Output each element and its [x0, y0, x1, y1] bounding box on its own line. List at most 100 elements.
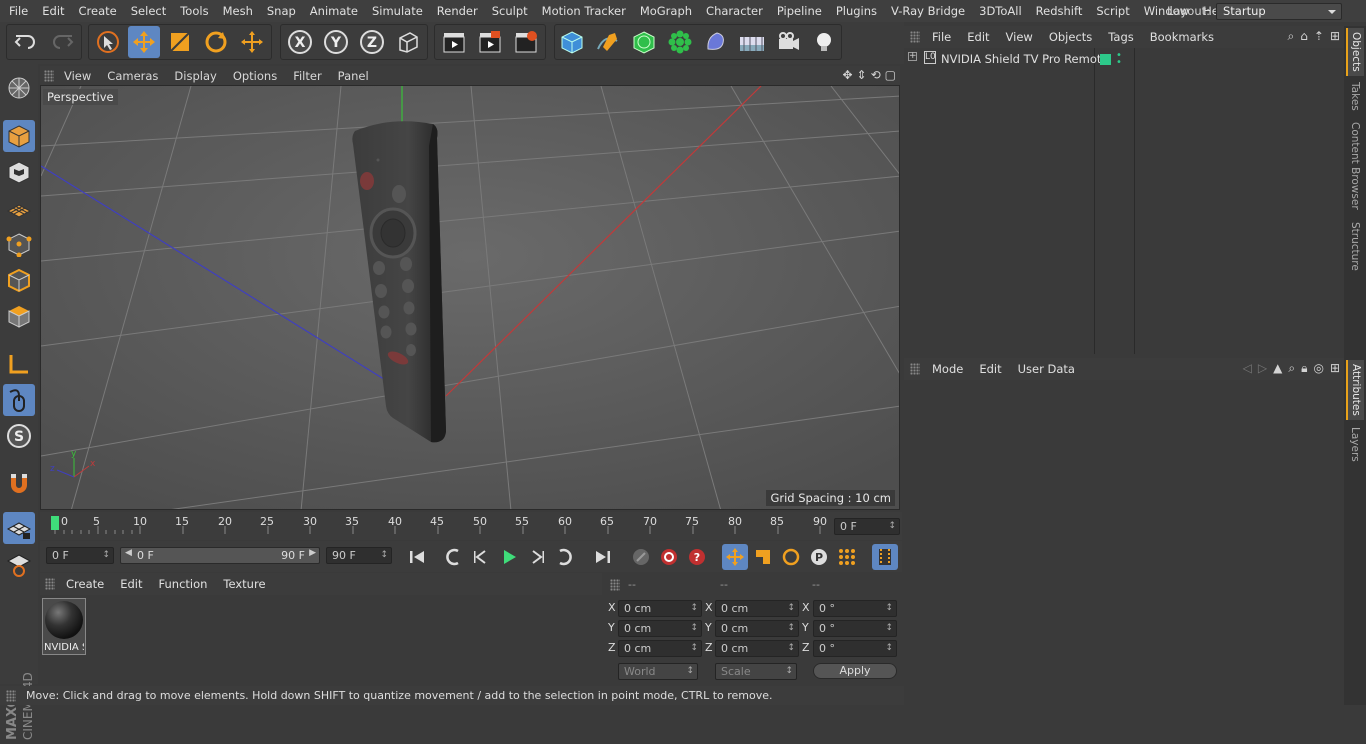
frame-range-slider[interactable]: ◀ 0 F 90 F ▶ — [120, 547, 320, 564]
model-mode-icon[interactable] — [3, 120, 35, 152]
key-scale-icon[interactable] — [750, 544, 776, 570]
tab-attributes[interactable]: Attributes — [1346, 360, 1364, 420]
forward-arrow-icon[interactable]: ▷ — [1258, 361, 1267, 376]
position-x-field[interactable]: 0 cm — [618, 600, 702, 617]
material-menu-create[interactable]: Create — [58, 577, 112, 591]
viewport-pan-icon[interactable]: ✥ — [842, 68, 852, 82]
object-menu-view[interactable]: View — [998, 30, 1041, 44]
viewport-orbit-icon[interactable]: ⟲ — [871, 68, 881, 82]
target-icon[interactable]: ◎ — [1313, 361, 1323, 376]
timeline-ruler[interactable]: 0 5 10 15 20 25 30 35 40 45 50 55 60 65 … — [40, 512, 902, 540]
drag-grip-icon[interactable] — [910, 31, 920, 43]
drag-grip-icon[interactable] — [44, 70, 54, 82]
tweak-mode-icon[interactable] — [3, 384, 35, 416]
arrow-up-icon[interactable]: ⇡ — [1314, 29, 1324, 44]
transform-tool-icon[interactable] — [236, 26, 268, 58]
object-menu-file[interactable]: File — [924, 30, 959, 44]
viewport-menu-options[interactable]: Options — [225, 69, 285, 83]
size-z-field[interactable]: 0 cm — [715, 640, 799, 657]
solo-mode-icon[interactable]: S — [3, 420, 35, 452]
go-to-end-icon[interactable] — [590, 544, 616, 570]
y-axis-lock-icon[interactable]: Y — [320, 26, 352, 58]
make-editable-icon[interactable] — [3, 72, 35, 104]
z-axis-lock-icon[interactable]: Z — [356, 26, 388, 58]
polygons-mode-icon[interactable] — [3, 300, 35, 332]
current-frame-field[interactable]: 0 F — [834, 518, 900, 535]
texture-mode-icon[interactable] — [3, 156, 35, 188]
go-to-start-icon[interactable] — [404, 544, 430, 570]
key-rotation-icon[interactable] — [778, 544, 804, 570]
edges-mode-icon[interactable] — [3, 264, 35, 296]
menu-plugins[interactable]: Plugins — [829, 0, 884, 22]
perspective-viewport[interactable]: y x z Perspective Grid Spacing : 10 cm — [40, 85, 900, 510]
menu-sculpt[interactable]: Sculpt — [485, 0, 535, 22]
object-menu-tags[interactable]: Tags — [1100, 30, 1141, 44]
next-frame-icon[interactable] — [524, 544, 550, 570]
coordinate-system-icon[interactable] — [392, 26, 424, 58]
coordinate-mode-dropdown[interactable]: World — [618, 663, 698, 680]
viewport-menu-view[interactable]: View — [56, 69, 99, 83]
object-menu-edit[interactable]: Edit — [959, 30, 997, 44]
position-z-field[interactable]: 0 cm — [618, 640, 702, 657]
menu-render[interactable]: Render — [430, 0, 485, 22]
menu-select[interactable]: Select — [124, 0, 173, 22]
tab-objects[interactable]: Objects — [1346, 28, 1364, 76]
apply-button[interactable]: Apply — [813, 663, 897, 679]
cursor-arrow-icon[interactable]: ▲ — [1273, 361, 1282, 376]
start-frame-field[interactable]: 0 F — [46, 547, 114, 564]
menu-animate[interactable]: Animate — [303, 0, 365, 22]
layout-dropdown[interactable]: Startup — [1216, 2, 1342, 20]
viewport-menu-panel[interactable]: Panel — [330, 69, 377, 83]
camera-icon[interactable] — [772, 26, 804, 58]
drag-grip-icon[interactable] — [910, 363, 920, 375]
material-menu-edit[interactable]: Edit — [112, 577, 150, 591]
new-panel-icon[interactable]: ⊞ — [1330, 361, 1340, 376]
rotation-h-field[interactable]: 0 ° — [813, 600, 897, 617]
visibility-dots-icon[interactable]: • • — [1116, 51, 1122, 68]
viewport-dolly-icon[interactable]: ⇕ — [857, 68, 867, 82]
workplane-lock-icon[interactable] — [3, 512, 35, 544]
rotation-p-field[interactable]: 0 ° — [813, 620, 897, 637]
back-arrow-icon[interactable]: ◁ — [1243, 361, 1252, 376]
key-point-level-icon[interactable] — [834, 544, 860, 570]
layer-color-swatch[interactable] — [1100, 54, 1111, 65]
material-menu-texture[interactable]: Texture — [215, 577, 273, 591]
record-keys-disabled-icon[interactable] — [628, 544, 654, 570]
cube-primitive-icon[interactable] — [556, 26, 588, 58]
render-settings-icon[interactable] — [510, 26, 542, 58]
drag-grip-icon[interactable] — [45, 578, 55, 590]
menu-vray-bridge[interactable]: V-Ray Bridge — [884, 0, 972, 22]
menu-script[interactable]: Script — [1089, 0, 1136, 22]
menu-create[interactable]: Create — [72, 0, 124, 22]
end-frame-field[interactable]: 90 F — [326, 547, 392, 564]
menu-redshift[interactable]: Redshift — [1029, 0, 1090, 22]
rotate-tool-icon[interactable] — [200, 26, 232, 58]
menu-tools[interactable]: Tools — [173, 0, 215, 22]
live-selection-icon[interactable] — [92, 26, 124, 58]
attribute-menu-edit[interactable]: Edit — [971, 362, 1009, 376]
previous-key-icon[interactable] — [440, 544, 466, 570]
move-tool-icon[interactable] — [128, 26, 160, 58]
list-item[interactable]: + L0 NVIDIA Shield TV Pro Remote • • — [904, 50, 1344, 68]
axis-mode-icon[interactable] — [3, 348, 35, 380]
viewport-menu-cameras[interactable]: Cameras — [99, 69, 166, 83]
menu-motion-tracker[interactable]: Motion Tracker — [535, 0, 633, 22]
expand-icon[interactable]: + — [908, 52, 917, 61]
home-icon[interactable]: ⌂ — [1300, 29, 1308, 44]
tab-content-browser[interactable]: Content Browser — [1346, 118, 1364, 214]
deformer-icon[interactable] — [700, 26, 732, 58]
rotation-b-field[interactable]: 0 ° — [813, 640, 897, 657]
x-axis-lock-icon[interactable]: X — [284, 26, 316, 58]
menu-3dtoall[interactable]: 3DToAll — [972, 0, 1029, 22]
points-mode-icon[interactable] — [3, 228, 35, 260]
viewport-maximize-icon[interactable]: ▢ — [885, 68, 896, 82]
menu-simulate[interactable]: Simulate — [365, 0, 430, 22]
search-icon[interactable]: ⌕ — [1288, 29, 1295, 44]
menu-character[interactable]: Character — [699, 0, 770, 22]
tab-takes[interactable]: Takes — [1346, 78, 1364, 114]
render-view-icon[interactable] — [438, 26, 470, 58]
keyframe-selection-icon[interactable]: ? — [684, 544, 710, 570]
render-picture-viewer-icon[interactable] — [474, 26, 506, 58]
previous-frame-icon[interactable] — [468, 544, 494, 570]
material-menu-function[interactable]: Function — [151, 577, 216, 591]
